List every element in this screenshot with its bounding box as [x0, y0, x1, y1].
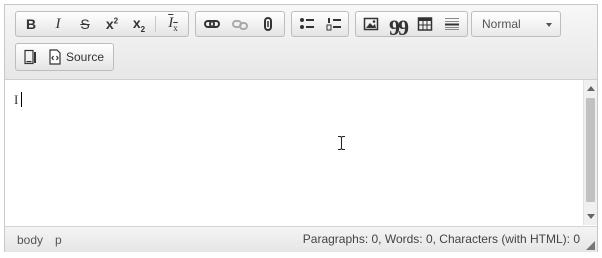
chevron-down-icon: [546, 23, 552, 27]
editing-area[interactable]: I: [5, 80, 597, 225]
maximize-icon: [24, 49, 36, 65]
bulleted-list-button[interactable]: [296, 14, 318, 34]
strikethrough-icon: S: [80, 16, 90, 32]
numbered-list-button[interactable]: [323, 14, 345, 34]
italic-icon: I: [55, 15, 61, 32]
superscript-base: x: [105, 16, 114, 32]
element-path-body[interactable]: body: [17, 233, 43, 247]
subscript-mark: 2: [140, 24, 146, 34]
link-icon: [204, 20, 220, 28]
quote-icon: 99: [389, 15, 409, 40]
basic-styles-group: B I S x2 x2 Ix: [15, 11, 189, 37]
blockquote-button[interactable]: 99: [387, 14, 409, 39]
anchor-icon: [264, 17, 272, 31]
document-group: Source: [15, 43, 114, 71]
element-path-p[interactable]: p: [55, 233, 62, 247]
word-count: Paragraphs: 0, Words: 0, Characters (wit…: [302, 232, 580, 246]
scrollbar-thumb[interactable]: [586, 98, 595, 202]
table-button[interactable]: [414, 14, 436, 34]
maximize-button[interactable]: [20, 47, 42, 67]
unlink-button[interactable]: [229, 14, 251, 34]
links-group: [195, 11, 285, 37]
lists-group: [291, 11, 349, 37]
table-icon: [417, 17, 433, 31]
status-bar: body p Paragraphs: 0, Words: 0, Characte…: [5, 226, 597, 252]
strikethrough-button[interactable]: S: [74, 14, 96, 34]
bold-button[interactable]: B: [20, 14, 42, 34]
editor-toolbar: B I S x2 x2 Ix 99 Normal Source: [5, 5, 597, 80]
source-button[interactable]: Source: [48, 47, 110, 67]
insert-group: 99: [355, 11, 468, 39]
link-button[interactable]: [201, 14, 223, 34]
format-dropdown-value: Normal: [482, 17, 521, 31]
toolbar-separator: [155, 16, 156, 32]
italic-button[interactable]: I: [47, 14, 69, 34]
superscript-mark: 2: [113, 16, 119, 26]
source-icon: [49, 49, 61, 65]
scroll-up-arrow-icon[interactable]: [587, 86, 595, 91]
rich-text-editor: B I S x2 x2 Ix 99 Normal Source I body p…: [4, 4, 598, 252]
numbered-list-icon: [326, 18, 341, 31]
horizontal-line-icon: [445, 18, 459, 30]
horizontal-line-button[interactable]: [441, 14, 463, 34]
superscript-icon: x2: [106, 16, 118, 32]
anchor-button[interactable]: [257, 14, 279, 34]
subscript-base: x: [132, 14, 141, 31]
image-button[interactable]: [360, 14, 382, 34]
remove-format-button[interactable]: Ix: [162, 14, 184, 34]
scroll-down-arrow-icon[interactable]: [587, 214, 595, 219]
remove-format-mark: x: [173, 23, 178, 33]
superscript-button[interactable]: x2: [101, 14, 123, 34]
format-dropdown[interactable]: Normal: [471, 11, 561, 37]
source-button-label: Source: [66, 50, 105, 64]
bold-icon: B: [25, 16, 37, 32]
remove-format-icon: Ix: [168, 15, 178, 33]
text-caret: [21, 92, 22, 107]
resize-handle-icon[interactable]: [586, 241, 595, 250]
subscript-icon: x2: [133, 15, 145, 34]
text-cursor-icon: [338, 136, 345, 150]
image-icon: [363, 17, 379, 31]
subscript-button[interactable]: x2: [128, 14, 150, 34]
vertical-scrollbar[interactable]: [583, 80, 597, 225]
bulleted-list-icon: [300, 18, 314, 29]
editor-text: I: [14, 92, 19, 107]
unlink-icon: [232, 20, 248, 30]
